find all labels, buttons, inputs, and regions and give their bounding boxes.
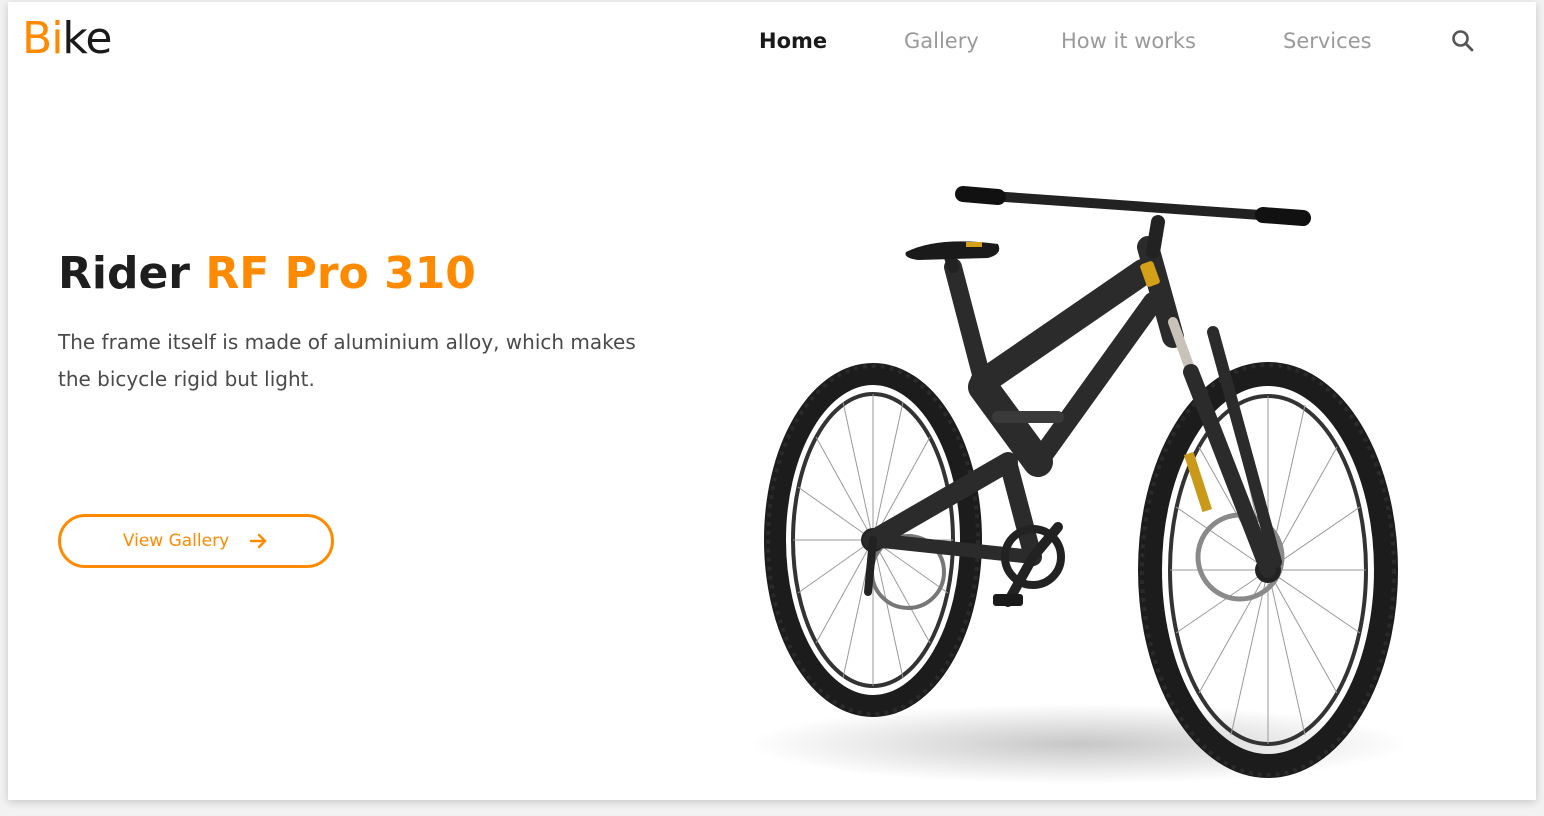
- page: Bike Home Gallery How it works Services …: [8, 2, 1536, 800]
- view-gallery-button[interactable]: View Gallery: [58, 514, 334, 568]
- nav-item-how-it-works[interactable]: How it works: [1061, 24, 1196, 58]
- hero-title-model: RF Pro 310: [205, 248, 476, 299]
- nav-item-gallery[interactable]: Gallery: [904, 24, 979, 58]
- hero-title-main: Rider: [58, 248, 206, 299]
- arrow-right-icon: [249, 533, 267, 549]
- search-icon[interactable]: [1449, 27, 1477, 55]
- view-gallery-label: View Gallery: [122, 531, 230, 551]
- hero-description: The frame itself is made of aluminium al…: [58, 330, 636, 391]
- main-nav: Home Gallery How it works Services: [8, 24, 1536, 58]
- nav-item-home[interactable]: Home: [759, 24, 827, 58]
- hero-title: Rider RF Pro 310: [58, 246, 476, 302]
- nav-item-services[interactable]: Services: [1283, 24, 1372, 58]
- mountain-bike-image: [748, 186, 1408, 784]
